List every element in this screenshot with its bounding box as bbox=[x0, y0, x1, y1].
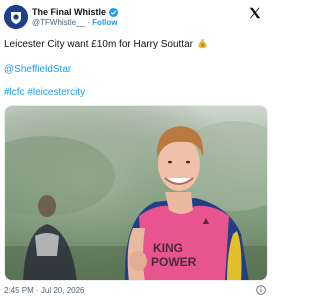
tweet-card: The Final Whistle @TFWhistle__ · Follow … bbox=[0, 0, 270, 300]
x-logo-icon[interactable] bbox=[248, 6, 262, 20]
shirt-text-line2: POWER bbox=[151, 255, 197, 269]
verified-badge-icon bbox=[109, 7, 119, 17]
name-row: The Final Whistle bbox=[32, 6, 119, 18]
shirt-text-line1: KING bbox=[153, 241, 183, 255]
avatar[interactable] bbox=[4, 5, 28, 29]
account-handle[interactable]: @TFWhistle__ bbox=[32, 18, 85, 27]
mention-link[interactable]: @SheffieldStar bbox=[4, 64, 71, 75]
hashtags-link[interactable]: #lcfc #leicestercity bbox=[4, 87, 85, 98]
tweet-photo[interactable]: KING POWER bbox=[4, 105, 268, 281]
separator-dot: · bbox=[87, 18, 90, 27]
account-name[interactable]: The Final Whistle bbox=[32, 7, 106, 17]
timestamp[interactable]: 2:45 PM · Jul 20, 2026 bbox=[4, 286, 85, 295]
tweet-text-content: Leicester City want £10m for Harry Soutt… bbox=[4, 39, 193, 50]
tweet-text: Leicester City want £10m for Harry Soutt… bbox=[4, 38, 208, 50]
follow-button[interactable]: Follow bbox=[92, 18, 117, 27]
avatar-logo-icon bbox=[4, 5, 28, 29]
money-bag-icon: $ bbox=[198, 39, 207, 49]
handle-row: @TFWhistle__ · Follow bbox=[32, 18, 118, 29]
info-icon[interactable] bbox=[256, 285, 266, 295]
player-photo-image: KING POWER bbox=[5, 106, 267, 280]
